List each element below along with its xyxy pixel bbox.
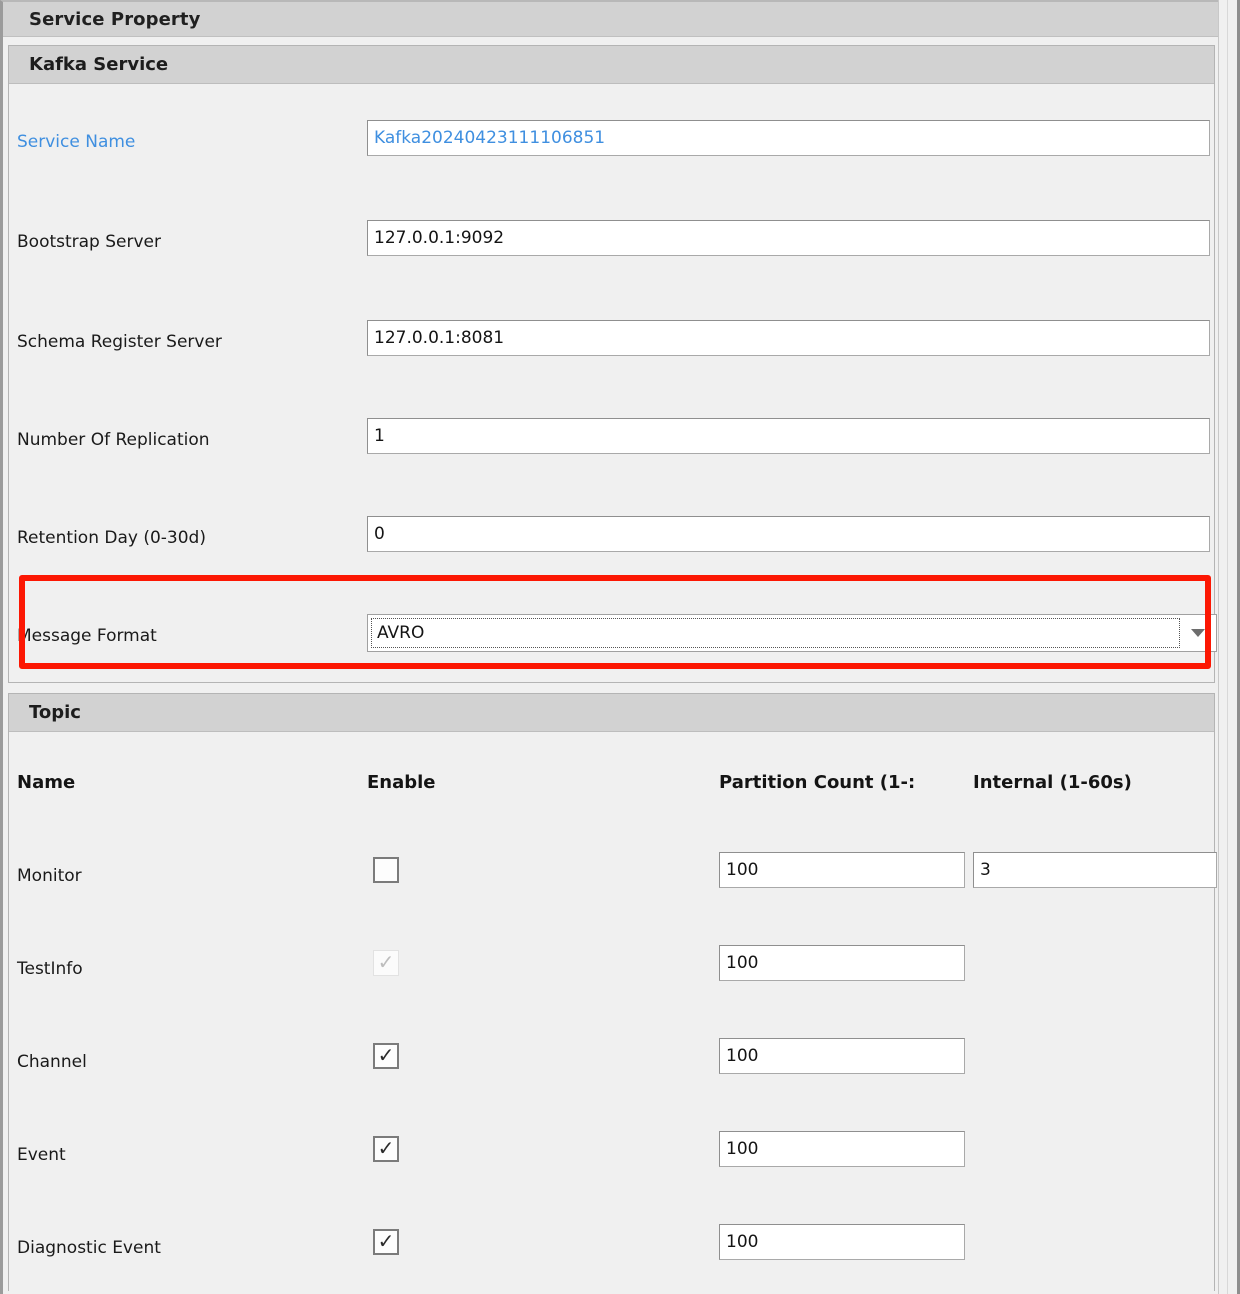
- schema-register-server-label: Schema Register Server: [17, 332, 222, 352]
- page-title: Service Property: [3, 2, 1218, 37]
- internal-input-monitor[interactable]: 3: [973, 852, 1217, 888]
- retention-day-label: Retention Day (0-30d): [17, 528, 206, 548]
- kafka-service-section-header: Kafka Service: [9, 46, 1214, 84]
- service-property-dialog: Service Property Kafka Service Service N…: [0, 0, 1240, 1294]
- message-format-dropdown-button[interactable]: [1181, 616, 1215, 650]
- chevron-down-icon: [1191, 629, 1205, 637]
- topic-name-monitor: Monitor: [17, 866, 82, 886]
- bootstrap-server-label: Bootstrap Server: [17, 232, 162, 252]
- vertical-scrollbar-gutter[interactable]: [1218, 0, 1240, 1294]
- enable-checkbox-event[interactable]: ✓: [373, 1136, 399, 1162]
- topic-name-diagnostic-event: Diagnostic Event: [17, 1238, 161, 1258]
- partition-count-input-event[interactable]: 100: [719, 1131, 965, 1167]
- number-of-replication-label: Number Of Replication: [17, 430, 210, 450]
- topic-panel: Topic Name Enable Partition Count (1-: I…: [8, 693, 1217, 1291]
- enable-checkbox-monitor[interactable]: ✓: [373, 857, 399, 883]
- enable-checkbox-diagnostic-event[interactable]: ✓: [373, 1229, 399, 1255]
- partition-count-input-diagnostic-event[interactable]: 100: [719, 1224, 965, 1260]
- topic-section-header: Topic: [9, 694, 1214, 732]
- bootstrap-server-input[interactable]: 127.0.0.1:9092: [367, 220, 1210, 256]
- partition-count-input-monitor[interactable]: 100: [719, 852, 965, 888]
- topic-name-event: Event: [17, 1145, 66, 1165]
- scrollbar-track[interactable]: [1227, 0, 1228, 1294]
- partition-count-input-testinfo[interactable]: 100: [719, 945, 965, 981]
- enable-checkbox-testinfo: ✓: [373, 950, 399, 976]
- topic-name-channel: Channel: [17, 1052, 87, 1072]
- service-name-input[interactable]: Kafka20240423111106851: [367, 120, 1210, 156]
- message-format-label: Message Format: [17, 626, 157, 646]
- partition-count-input-channel[interactable]: 100: [719, 1038, 965, 1074]
- service-name-label: Service Name: [17, 132, 136, 152]
- number-of-replication-input[interactable]: 1: [367, 418, 1210, 454]
- column-header-enable: Enable: [367, 772, 436, 793]
- kafka-service-panel: Kafka Service Service Name Kafka20240423…: [8, 45, 1217, 683]
- retention-day-input[interactable]: 0: [367, 516, 1210, 552]
- message-format-value: AVRO: [371, 618, 1180, 648]
- column-header-partition-count: Partition Count (1-:: [719, 772, 916, 793]
- message-format-select[interactable]: AVRO: [367, 614, 1217, 652]
- enable-checkbox-channel[interactable]: ✓: [373, 1043, 399, 1069]
- schema-register-server-input[interactable]: 127.0.0.1:8081: [367, 320, 1210, 356]
- column-header-name: Name: [17, 772, 76, 793]
- topic-name-testinfo: TestInfo: [17, 959, 83, 979]
- column-header-internal: Internal (1-60s): [973, 772, 1132, 793]
